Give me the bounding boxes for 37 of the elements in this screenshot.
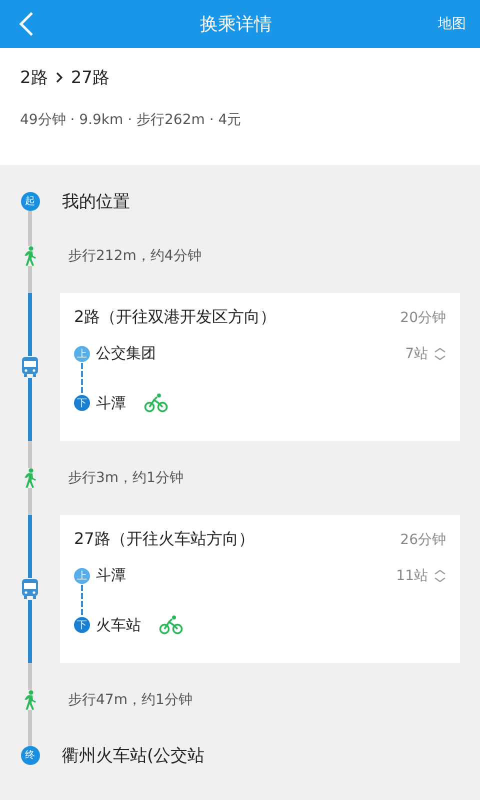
stop-count[interactable]: 7站 xyxy=(405,344,428,362)
back-icon[interactable] xyxy=(18,11,34,37)
place-name: 我的位置 xyxy=(62,190,130,212)
walking-person-icon xyxy=(23,246,37,266)
bicycle-icon[interactable] xyxy=(144,393,168,413)
alight-badge: 下 xyxy=(74,395,90,411)
walk-info: 步行3m，约1分钟 xyxy=(68,469,184,487)
board-badge: 上 xyxy=(74,346,90,362)
map-button[interactable]: 地图 xyxy=(438,15,466,33)
expand-icon[interactable] xyxy=(434,568,446,582)
bicycle-icon[interactable] xyxy=(159,615,183,635)
expand-icon[interactable] xyxy=(434,346,446,360)
bus-line-name: 2路（开往双港开发区方向） xyxy=(74,307,276,328)
walk-info: 步行212m，约4分钟 xyxy=(68,247,202,265)
walk-info: 步行47m，约1分钟 xyxy=(68,691,192,709)
page-title: 换乘详情 xyxy=(199,13,273,36)
route-name: 27路 xyxy=(70,67,110,89)
trip-info: 49分钟 · 9.9km · 步行262m · 4元 xyxy=(20,111,242,129)
chevron-right-icon xyxy=(56,72,63,83)
endpoint-badge: 起 xyxy=(20,192,40,210)
ride-duration: 26分钟 xyxy=(400,530,446,548)
stop-name: 斗潭 xyxy=(96,394,126,412)
stop-name: 斗潭 xyxy=(96,566,126,585)
board-badge: 上 xyxy=(74,568,90,584)
place-name: 衢州火车站(公交站 xyxy=(62,744,205,766)
endpoint-badge: 终 xyxy=(20,746,40,764)
alight-badge: 下 xyxy=(74,617,90,633)
bus-icon xyxy=(21,356,39,378)
walking-person-icon xyxy=(23,468,37,488)
stop-count[interactable]: 11站 xyxy=(396,566,428,584)
bus-line-name: 27路（开往火车站方向） xyxy=(74,529,254,550)
stop-name: 公交集团 xyxy=(96,344,156,363)
stop-name: 火车站 xyxy=(96,616,141,634)
bus-icon xyxy=(21,578,39,600)
route-name: 2路 xyxy=(20,67,48,89)
walking-person-icon xyxy=(23,690,37,710)
ride-duration: 20分钟 xyxy=(400,308,446,326)
